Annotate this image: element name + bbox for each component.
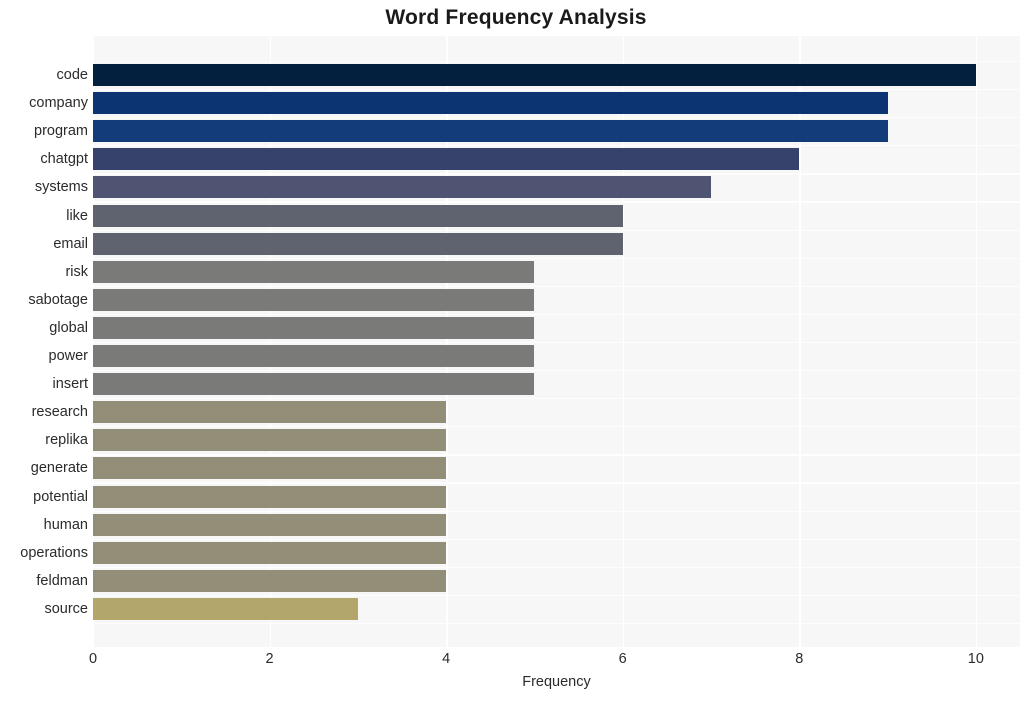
bar [93,260,535,283]
bar [93,485,447,508]
y-tick-label: power [48,348,89,364]
gridline-y-13 [93,426,1020,428]
y-tick-label: email [53,235,88,252]
y-tick-label: like [66,207,88,224]
gridline-y-5 [93,201,1020,203]
y-tick-label: program [34,123,88,140]
y-tick-label: research [31,404,88,421]
bar [93,373,535,396]
y-tick-label: generate [30,460,88,477]
x-tick-label: 2 [265,651,274,667]
bar [93,232,623,255]
bar [93,120,888,143]
y-tick-label: replika [45,432,88,449]
gridline-y-18 [93,566,1020,568]
y-tick-label: risk [65,263,88,280]
gridline-y-14 [93,454,1020,456]
y-tick-label: global [49,319,88,336]
y-tick-label: human [43,516,88,533]
bar [93,569,447,592]
bar [93,457,447,480]
y-tick-label: insert [52,376,88,393]
chart-figure: Word Frequency Analysis code company progr… [0,0,1032,701]
bar [93,429,447,452]
x-tick-label: 8 [795,651,804,667]
gridline-y-1 [93,89,1020,91]
bar [93,288,535,311]
gridline-y-10 [93,341,1020,344]
gridline-y-17 [93,538,1020,540]
gridline-y-0 [93,60,1020,63]
gridline-y-19 [93,594,1020,597]
gridline-y-20 [93,622,1020,625]
y-tick-label: sabotage [28,291,88,308]
gridline-y-3 [93,145,1020,147]
gridline-y-12 [93,398,1020,400]
y-tick-label: company [29,95,88,112]
bar [93,513,447,536]
y-tick-label: systems [34,179,88,196]
bar [93,64,976,86]
plot-area [93,36,1020,647]
bar [93,204,623,227]
x-tick-label: 0 [88,651,98,667]
x-tick-label: 10 [967,651,984,667]
x-tick-label: 6 [618,651,627,667]
y-tick-label: potential [33,488,88,505]
bar [93,541,447,564]
bar [93,345,535,367]
gridline-y-6 [93,229,1020,231]
x-tick-label: 4 [442,651,451,667]
bar [93,92,888,115]
x-axis-title: Frequency [522,674,591,690]
gridline-y-15 [93,482,1020,484]
y-tick-label: feldman [36,572,88,589]
gridline-y-7 [93,257,1020,259]
gridline-y-4 [93,173,1020,175]
y-tick-label: code [56,67,88,83]
bar [93,148,800,171]
y-tick-label: chatgpt [40,151,88,168]
gridline-y-16 [93,510,1020,512]
gridline-y-11 [93,370,1020,372]
bar [93,316,535,339]
bar [93,401,447,424]
y-tick-label: source [44,600,88,617]
bar [93,597,358,620]
bar [93,176,711,199]
chart-title: Word Frequency Analysis [385,6,647,29]
y-tick-label: operations [20,544,88,561]
gridline-y-8 [93,285,1020,287]
gridline-y-2 [93,117,1020,119]
gridline-y-9 [93,313,1020,316]
